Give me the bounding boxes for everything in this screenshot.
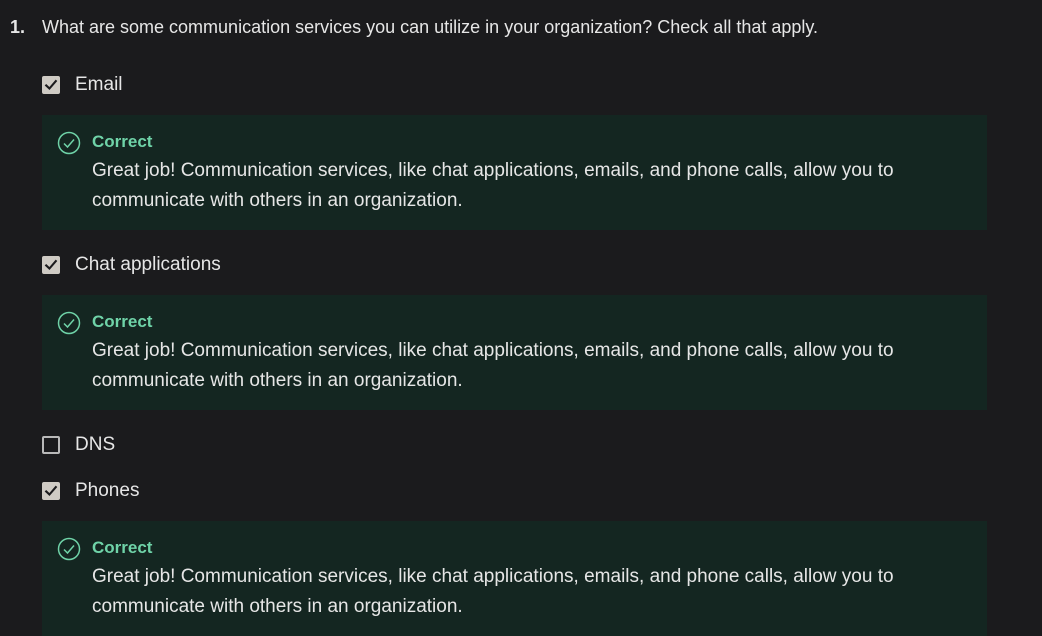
option-label: DNS	[75, 434, 116, 455]
check-circle-icon	[57, 311, 81, 335]
question-number: 1.	[10, 17, 26, 37]
feedback-correct: Correct Great job! Communication service…	[42, 115, 987, 230]
feedback-title: Correct	[92, 132, 153, 151]
option-dns[interactable]: DNS	[42, 433, 115, 457]
check-circle-icon	[57, 537, 81, 561]
option-phones[interactable]: Phones	[42, 479, 139, 503]
checkbox-checked[interactable]	[42, 482, 60, 500]
option-label: Phones	[75, 480, 140, 501]
option-chat-applications[interactable]: Chat applications	[42, 253, 221, 277]
option-label: Chat applications	[75, 254, 221, 275]
option-label: Email	[75, 74, 123, 95]
checkmark-icon	[44, 485, 58, 497]
feedback-title: Correct	[92, 538, 153, 557]
feedback-text: Great job! Communication services, like …	[92, 160, 894, 211]
feedback-text: Great job! Communication services, like …	[92, 340, 894, 391]
question-prompt: 1. What are some communication services …	[10, 14, 1022, 40]
check-circle-icon	[57, 131, 81, 155]
checkbox-checked[interactable]	[42, 76, 60, 94]
feedback-correct: Correct Great job! Communication service…	[42, 295, 987, 410]
checkbox-unchecked[interactable]	[42, 436, 60, 454]
option-email[interactable]: Email	[42, 73, 123, 97]
question-text: What are some communication services you…	[42, 17, 819, 37]
feedback-correct: Correct Great job! Communication service…	[42, 521, 987, 636]
checkbox-checked[interactable]	[42, 256, 60, 274]
checkmark-icon	[44, 259, 58, 271]
feedback-text: Great job! Communication services, like …	[92, 566, 894, 617]
checkmark-icon	[44, 79, 58, 91]
feedback-title: Correct	[92, 312, 153, 331]
